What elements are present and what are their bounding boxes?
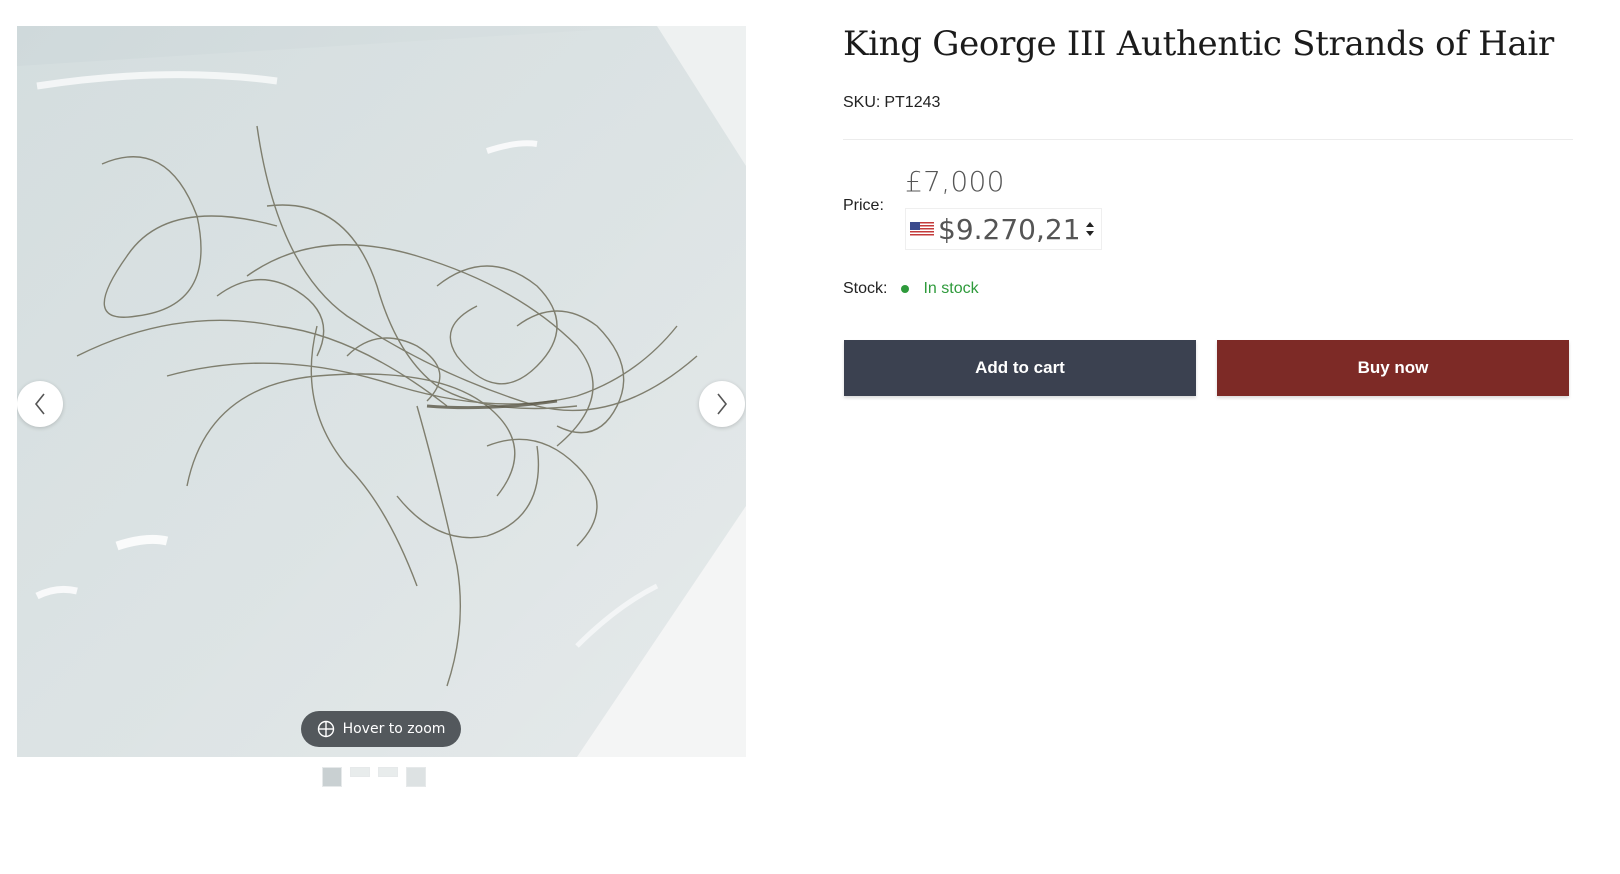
us-flag-icon [910, 221, 934, 237]
thumbnail-3[interactable] [378, 767, 398, 777]
chevron-right-icon [717, 393, 728, 415]
product-info-panel: King George III Authentic Strands of Hai… [843, 20, 1573, 396]
thumbnail-2[interactable] [350, 767, 370, 777]
thumbnail-4[interactable] [406, 767, 426, 787]
currency-converter-select[interactable]: $9.270,21 [905, 208, 1102, 250]
add-to-cart-button[interactable]: Add to cart [844, 340, 1196, 396]
product-image-gallery[interactable]: Hover to zoom [17, 26, 746, 757]
stock-status: Stock: In stock [843, 280, 979, 298]
product-title: King George III Authentic Strands of Hai… [843, 24, 1554, 64]
thumbnail-strip [322, 767, 426, 787]
buy-now-button[interactable]: Buy now [1217, 340, 1569, 396]
stock-status-dot-icon [901, 285, 910, 293]
sku-line: SKU: PT1243 [843, 94, 1573, 112]
stock-label: Stock: [843, 280, 888, 297]
divider [843, 139, 1573, 140]
zoom-crosshair-icon [317, 720, 334, 738]
next-image-button[interactable] [699, 381, 745, 427]
price-gbp: £7,000 [905, 165, 1005, 198]
chevron-left-icon [34, 393, 45, 415]
hover-to-zoom-hint: Hover to zoom [301, 711, 461, 747]
sku-value: PT1243 [884, 94, 941, 111]
sort-arrows-icon [1085, 222, 1094, 236]
stock-value: In stock [923, 280, 979, 297]
previous-image-button[interactable] [17, 381, 63, 427]
product-photo[interactable] [17, 26, 746, 757]
thumbnail-1[interactable] [322, 767, 342, 787]
price-label: Price: [843, 197, 884, 214]
price-usd: $9.270,21 [938, 212, 1081, 246]
zoom-hint-text: Hover to zoom [342, 721, 446, 737]
sku-label: SKU: [843, 94, 881, 111]
